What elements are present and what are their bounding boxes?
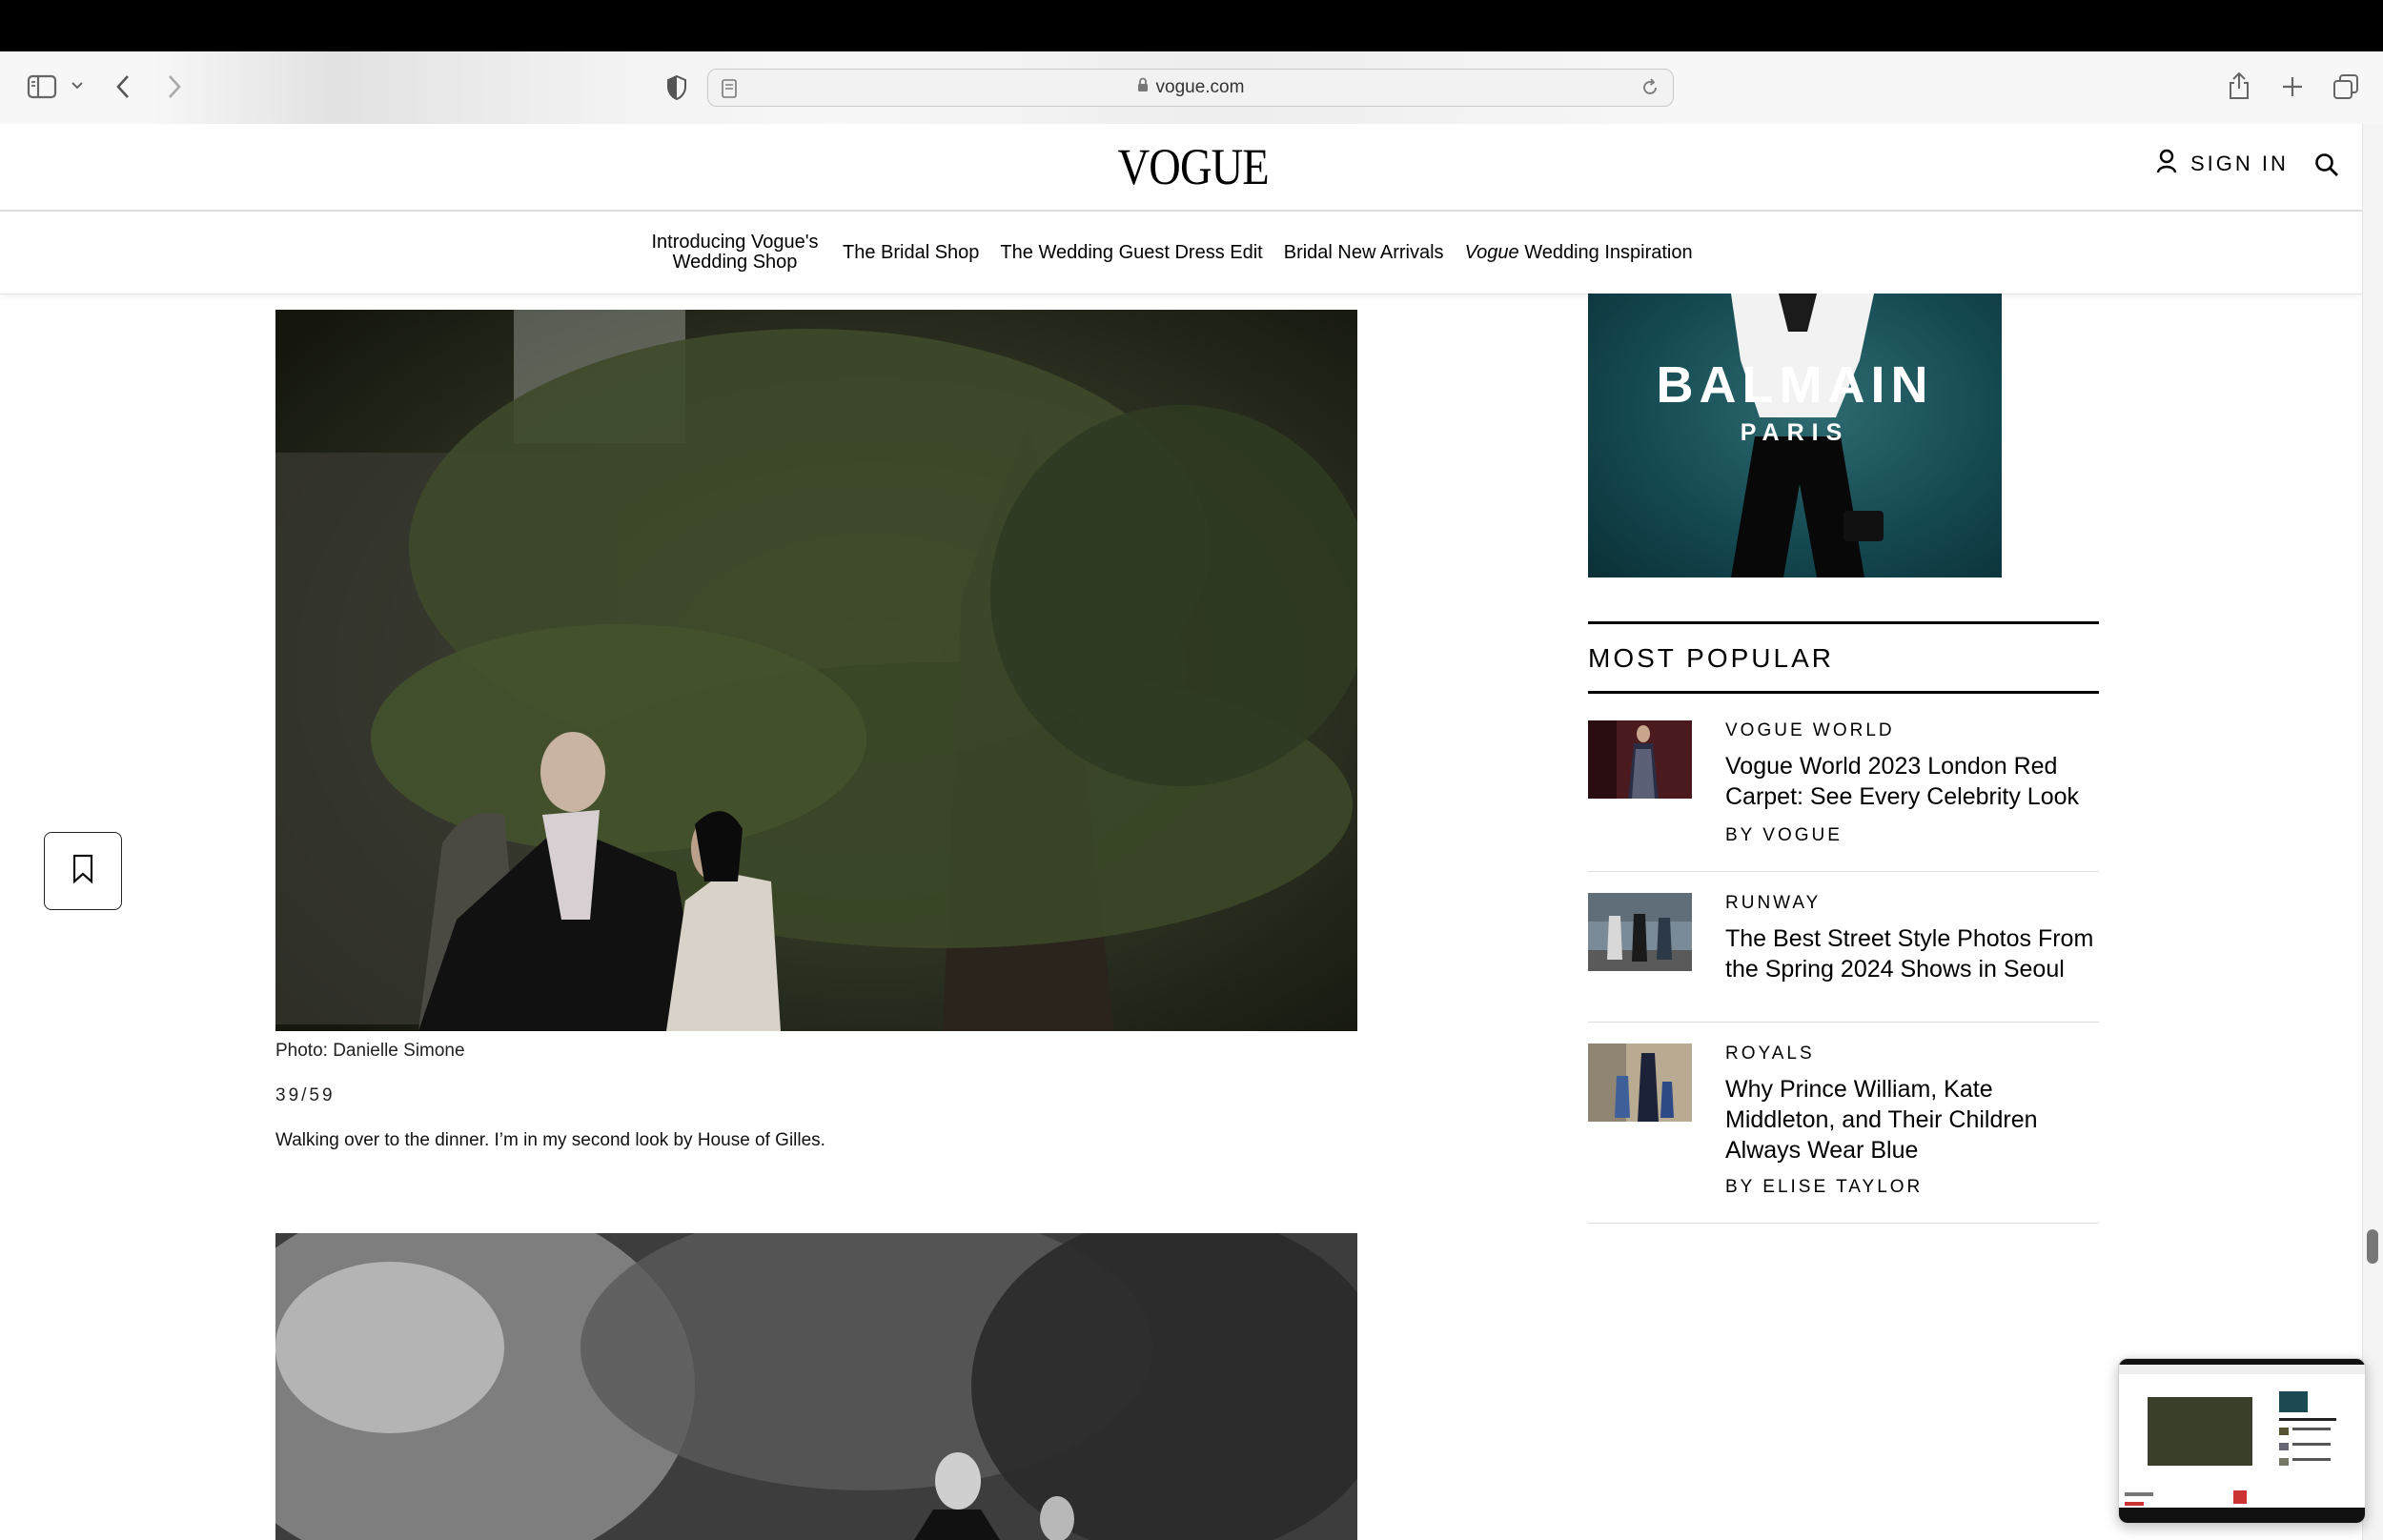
- screenshot-thumbnail-preview[interactable]: [2118, 1358, 2366, 1524]
- photo-credit: Photo: Danielle Simone: [275, 1041, 465, 1061]
- subnav-item-wedding-shop[interactable]: Introducing Vogue's Wedding Shop: [648, 233, 822, 273]
- subnav-item-wedding-inspiration[interactable]: Vogue Wedding Inspiration: [1465, 242, 1693, 264]
- address-bar[interactable]: vogue.com: [707, 69, 1674, 107]
- tab-overview-icon[interactable]: [2332, 72, 2360, 101]
- bookmark-icon: [71, 854, 95, 889]
- most-popular-category[interactable]: RUNWAY: [1725, 893, 1821, 914]
- lock-icon: [1137, 77, 1149, 98]
- balmain-advertisement[interactable]: BALMAIN PARIS: [1588, 294, 2002, 578]
- subnav-italic-brand: Vogue: [1464, 241, 1519, 263]
- subnav-item-bridal-shop[interactable]: The Bridal Shop: [843, 242, 979, 264]
- reload-icon[interactable]: [1640, 78, 1660, 102]
- most-popular-byline[interactable]: BY VOGUE: [1725, 825, 1843, 846]
- most-popular-category[interactable]: ROYALS: [1725, 1044, 1815, 1064]
- url-text[interactable]: vogue.com: [1156, 77, 1245, 98]
- menu-bar: [0, 0, 2383, 51]
- most-popular-thumb[interactable]: [1588, 1044, 1692, 1122]
- most-popular-title[interactable]: Why Prince William, Kate Middleton, and …: [1725, 1074, 2099, 1165]
- search-icon[interactable]: [2314, 152, 2339, 182]
- share-icon[interactable]: [2227, 71, 2251, 101]
- sidebar-toggle-icon[interactable]: [27, 74, 57, 99]
- page-scrollbar[interactable]: [2362, 124, 2383, 1540]
- most-popular-title[interactable]: Vogue World 2023 London Red Carpet: See …: [1725, 751, 2099, 812]
- subnav-item-guest-dress-edit[interactable]: The Wedding Guest Dress Edit: [1000, 242, 1262, 264]
- most-popular-heading: MOST POPULAR: [1588, 643, 1834, 673]
- bookmark-button[interactable]: [44, 832, 122, 910]
- user-icon: [2156, 149, 2177, 179]
- most-popular-category[interactable]: VOGUE WORLD: [1725, 720, 1895, 741]
- wedding-subnav: Introducing Vogue's Wedding Shop The Bri…: [0, 212, 2362, 294]
- sign-in-label: SIGN IN: [2190, 152, 2289, 175]
- most-popular-byline[interactable]: BY ELISE TAYLOR: [1725, 1177, 1923, 1198]
- privacy-shield-icon[interactable]: [665, 74, 688, 101]
- photo-caption: Walking over to the dinner. I’m in my se…: [275, 1130, 825, 1150]
- chevron-down-icon[interactable]: [71, 80, 84, 91]
- scrollbar-thumb[interactable]: [2367, 1229, 2378, 1264]
- ad-city: PARIS: [1740, 419, 1850, 446]
- most-popular-thumb[interactable]: [1588, 893, 1692, 971]
- most-popular-item[interactable]: RUNWAY The Best Street Style Photos From…: [1588, 893, 2099, 1023]
- vogue-logo[interactable]: VOGUE: [1118, 137, 1270, 196]
- site-header: VOGUE SIGN IN: [0, 124, 2362, 212]
- most-popular-header: MOST POPULAR: [1588, 621, 2099, 694]
- back-arrow-icon[interactable]: [114, 72, 133, 101]
- subnav-label-rest: Wedding Inspiration: [1518, 241, 1693, 263]
- article-photo-walking[interactable]: [275, 310, 1357, 1031]
- most-popular-title[interactable]: The Best Street Style Photos From the Sp…: [1725, 923, 2099, 984]
- most-popular-item[interactable]: ROYALS Why Prince William, Kate Middleto…: [1588, 1044, 2099, 1224]
- sign-in-button[interactable]: SIGN IN: [2156, 149, 2289, 179]
- new-tab-plus-icon[interactable]: [2280, 74, 2305, 99]
- article-photo-bw[interactable]: [275, 1233, 1357, 1540]
- most-popular-thumb[interactable]: [1588, 720, 1692, 799]
- forward-arrow-icon[interactable]: [164, 72, 183, 101]
- most-popular-item[interactable]: VOGUE WORLD Vogue World 2023 London Red …: [1588, 720, 2099, 872]
- subnav-item-bridal-new-arrivals[interactable]: Bridal New Arrivals: [1284, 242, 1444, 264]
- slide-counter: 39/59: [275, 1085, 336, 1105]
- ad-brand: BALMAIN: [1656, 356, 1934, 414]
